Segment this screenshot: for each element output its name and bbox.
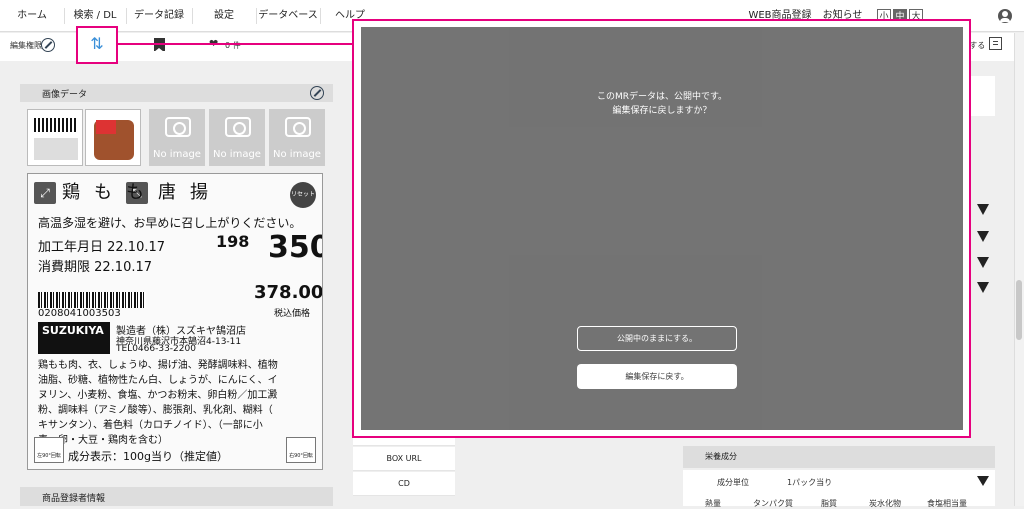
label-title: 鶏もも唐揚 — [62, 182, 222, 203]
image-panel-title: 画像データ — [42, 90, 88, 100]
highlight-connector — [118, 43, 354, 45]
dialog-message-line2: 編集保存に戻しますか？ — [612, 106, 712, 116]
keep-published-button[interactable]: 公開中のままにする。 — [577, 326, 737, 351]
thumbnail-strip: No image No image No image — [27, 109, 327, 166]
dropdown-arrow-icon[interactable] — [977, 282, 989, 293]
registrant-panel-header: 商品登録者情報 — [20, 487, 333, 506]
image-edit-icon[interactable] — [310, 86, 324, 100]
rotate-right-button[interactable]: 右90°回転 — [286, 437, 316, 463]
nav-data-record[interactable]: データ記録 — [126, 0, 192, 32]
nutrition-header: 栄養成分 — [683, 446, 995, 468]
expand-icon[interactable]: ⤢ — [34, 182, 56, 204]
product-label-image[interactable]: ⤢ ⤡ リセット 鶏もも唐揚 高温多湿を避け、お早めに召し上がりください。 加工… — [27, 173, 323, 470]
like-count: 0 件 — [225, 41, 241, 50]
nav-home[interactable]: ホーム — [0, 0, 64, 32]
thumbnail-1[interactable] — [27, 109, 83, 166]
registrant-panel-title: 商品登録者情報 — [42, 494, 106, 504]
revert-to-draft-button[interactable]: 編集保存に戻す。 — [577, 364, 737, 389]
chevron-down-icon[interactable] — [977, 476, 989, 486]
row-cd[interactable]: CD — [353, 472, 455, 496]
scrollbar[interactable] — [1014, 33, 1024, 506]
nav-settings[interactable]: 設定 — [192, 0, 256, 32]
camera-icon — [165, 117, 191, 137]
row-box-url[interactable]: BOX URL — [353, 447, 455, 471]
image-panel-header: 画像データ — [20, 84, 333, 102]
thumbnail-empty[interactable]: No image — [269, 109, 325, 166]
barcode — [38, 292, 146, 308]
edit-pencil-icon[interactable] — [41, 38, 55, 52]
camera-icon — [225, 117, 251, 137]
nutrition-table-header: 熱量 タンパク質 脂質 炭水化物 食塩相当量 — [683, 494, 995, 508]
scrollbar-thumb[interactable] — [1016, 280, 1022, 340]
user-icon[interactable] — [998, 9, 1012, 23]
dropdown-arrow-icon[interactable] — [977, 204, 989, 215]
publish-confirm-dialog: このMRデータは、公開中です。 編集保存に戻しますか？ 公開中のままにする。 編… — [361, 27, 963, 430]
list-view-icon[interactable] — [989, 37, 1002, 50]
edit-permission-label: 編集権限 — [10, 41, 42, 50]
camera-icon — [285, 117, 311, 137]
rotate-left-button[interactable]: 左90°回転 — [34, 437, 64, 463]
thumbnail-2[interactable] — [85, 109, 141, 166]
dropdown-arrow-icon[interactable] — [977, 231, 989, 242]
thumbnail-empty[interactable]: No image — [209, 109, 265, 166]
sync-icon: ⇅ — [90, 34, 104, 53]
nav-database[interactable]: データベース — [256, 0, 320, 32]
reset-button[interactable]: リセット — [290, 182, 316, 208]
dialog-message-line1: このMRデータは、公開中です。 — [596, 92, 728, 102]
dropdown-arrow-icon[interactable] — [977, 257, 989, 268]
nutrition-unit-row[interactable]: 成分単位 1パック当り — [683, 470, 995, 494]
sync-button[interactable]: ⇅ — [76, 26, 118, 64]
thumbnail-empty[interactable]: No image — [149, 109, 205, 166]
